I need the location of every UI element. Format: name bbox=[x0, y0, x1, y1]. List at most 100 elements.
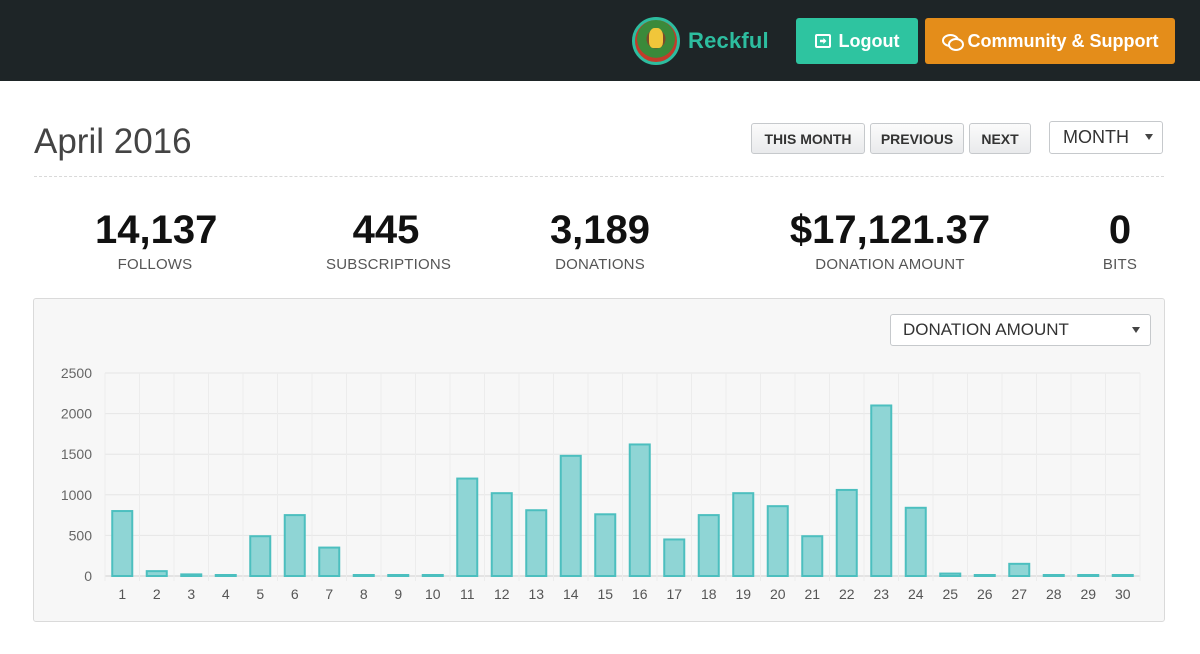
bar bbox=[490, 492, 513, 577]
header-divider bbox=[34, 176, 1164, 177]
stat-value: 14,137 bbox=[95, 208, 218, 252]
bar bbox=[1111, 574, 1134, 577]
brand[interactable]: Reckful bbox=[632, 17, 769, 65]
bar bbox=[801, 535, 824, 578]
x-tick-label: 21 bbox=[804, 586, 820, 602]
x-tick-label: 13 bbox=[528, 586, 544, 602]
x-tick-label: 22 bbox=[839, 586, 855, 602]
bar bbox=[766, 505, 789, 577]
x-tick-label: 29 bbox=[1080, 586, 1096, 602]
x-tick-label: 28 bbox=[1046, 586, 1062, 602]
x-tick-label: 9 bbox=[394, 586, 402, 602]
period-select-value: MONTH bbox=[1063, 127, 1129, 147]
bar bbox=[628, 443, 651, 578]
stat-label: FOLLOWS bbox=[117, 256, 193, 273]
x-tick-label: 1 bbox=[118, 586, 126, 602]
y-tick-label: 1000 bbox=[61, 487, 92, 503]
bar bbox=[904, 506, 927, 578]
bar bbox=[870, 404, 893, 578]
y-tick-label: 0 bbox=[84, 568, 92, 584]
chat-bubbles-icon bbox=[941, 34, 964, 51]
x-tick-label: 26 bbox=[977, 586, 993, 602]
avatar bbox=[632, 17, 680, 65]
x-tick-label: 11 bbox=[460, 586, 475, 602]
x-tick-label: 18 bbox=[701, 586, 717, 602]
bar bbox=[456, 477, 479, 577]
bar bbox=[180, 573, 203, 578]
logout-label: Logout bbox=[838, 30, 900, 51]
x-tick-label: 4 bbox=[222, 586, 230, 602]
x-tick-label: 27 bbox=[1011, 586, 1027, 602]
previous-button[interactable]: PREVIOUS bbox=[870, 123, 964, 154]
x-tick-label: 20 bbox=[770, 586, 786, 602]
bar bbox=[939, 572, 962, 577]
bar bbox=[1008, 562, 1031, 578]
community-support-button[interactable]: Community & Support bbox=[925, 18, 1175, 64]
this-month-button[interactable]: THIS MONTH bbox=[751, 123, 865, 154]
community-support-label: Community & Support bbox=[967, 30, 1159, 51]
stat-bits: 0 BITS bbox=[1090, 208, 1150, 273]
bar bbox=[214, 574, 237, 577]
x-tick-label: 16 bbox=[632, 586, 648, 602]
x-tick-label: 19 bbox=[735, 586, 751, 602]
stat-follows: 14,137 FOLLOWS bbox=[95, 208, 218, 273]
x-tick-label: 2 bbox=[153, 586, 161, 602]
stat-value: 445 bbox=[352, 208, 420, 252]
x-tick-label: 17 bbox=[666, 586, 682, 602]
stat-value: 0 bbox=[1108, 208, 1132, 252]
stat-label: DONATION AMOUNT bbox=[815, 256, 965, 273]
stat-label: DONATIONS bbox=[555, 256, 645, 273]
bar bbox=[111, 510, 134, 577]
next-button[interactable]: NEXT bbox=[969, 123, 1031, 154]
stat-donation-amount: $17,121.37 DONATION AMOUNT bbox=[780, 208, 1000, 273]
metric-select[interactable]: DONATION AMOUNT bbox=[890, 314, 1151, 346]
x-tick-label: 12 bbox=[494, 586, 510, 602]
bar bbox=[1077, 574, 1100, 577]
stat-value: 3,189 bbox=[549, 208, 651, 252]
stat-label: BITS bbox=[1102, 256, 1138, 273]
page-title: April 2016 bbox=[34, 122, 192, 161]
logout-icon bbox=[814, 34, 831, 48]
x-tick-label: 5 bbox=[256, 586, 264, 602]
caret-down-icon bbox=[1145, 134, 1153, 140]
bar bbox=[249, 535, 272, 578]
bar bbox=[594, 513, 617, 577]
period-select[interactable]: MONTH bbox=[1049, 121, 1163, 154]
logout-button[interactable]: Logout bbox=[796, 18, 918, 64]
x-tick-label: 3 bbox=[187, 586, 195, 602]
bar bbox=[1042, 574, 1065, 577]
y-tick-label: 2000 bbox=[61, 406, 92, 422]
stat-donations: 3,189 DONATIONS bbox=[540, 208, 660, 273]
caret-down-icon bbox=[1132, 327, 1140, 333]
stat-value: $17,121.37 bbox=[789, 208, 991, 252]
x-tick-label: 8 bbox=[360, 586, 368, 602]
bar bbox=[732, 492, 755, 577]
x-tick-label: 24 bbox=[908, 586, 924, 602]
x-tick-label: 7 bbox=[325, 586, 333, 602]
bar bbox=[525, 509, 548, 577]
brand-name: Reckful bbox=[688, 28, 769, 53]
x-tick-label: 14 bbox=[563, 586, 579, 602]
x-tick-label: 10 bbox=[425, 586, 441, 602]
x-tick-label: 15 bbox=[597, 586, 613, 602]
bar bbox=[835, 488, 858, 577]
bar bbox=[559, 454, 582, 577]
x-tick-label: 30 bbox=[1115, 586, 1131, 602]
y-tick-label: 500 bbox=[69, 527, 93, 543]
y-tick-label: 1500 bbox=[61, 446, 92, 462]
x-tick-label: 6 bbox=[291, 586, 299, 602]
bar bbox=[318, 546, 341, 578]
x-tick-label: 25 bbox=[942, 586, 958, 602]
bar bbox=[421, 574, 444, 577]
bar bbox=[145, 570, 168, 578]
bar bbox=[973, 574, 996, 577]
bar bbox=[663, 538, 686, 578]
stat-label: SUBSCRIPTIONS bbox=[326, 256, 452, 273]
y-tick-label: 2500 bbox=[61, 365, 92, 381]
metric-select-value: DONATION AMOUNT bbox=[903, 320, 1069, 339]
donation-bar-chart: 050010001500200025001 2 3 4 5 6 7 8 9 10 11 12 13 14 1… bbox=[61, 365, 1141, 602]
stat-subscriptions: 445 SUBSCRIPTIONS bbox=[326, 208, 452, 273]
bar bbox=[283, 514, 306, 578]
bar bbox=[352, 574, 375, 577]
bar bbox=[697, 514, 720, 578]
